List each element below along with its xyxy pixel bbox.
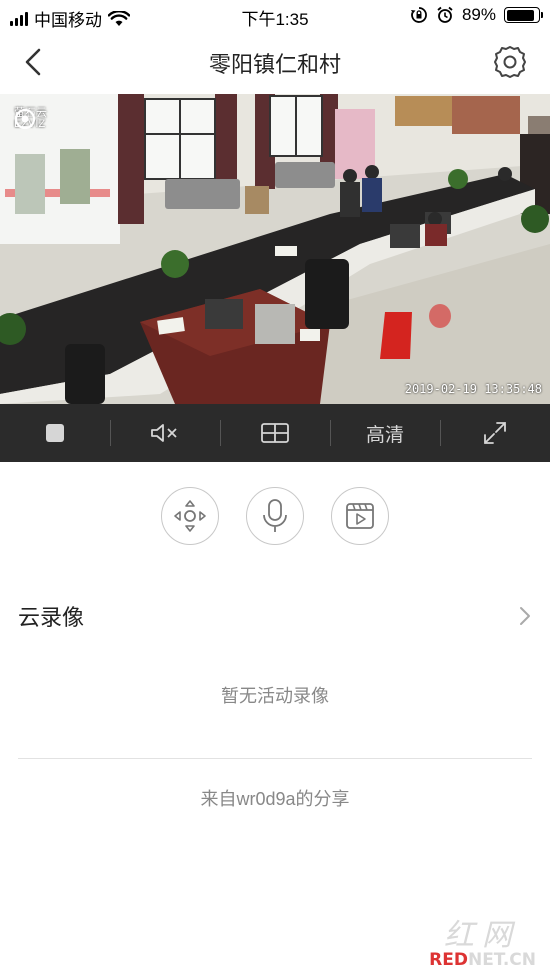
speaker-muted-icon	[151, 424, 177, 442]
rednet-watermark: 红网 REDNET.CN	[406, 910, 536, 970]
ptz-button[interactable]	[161, 487, 219, 545]
fullscreen-icon	[484, 422, 506, 444]
status-bar: 中国移动 下午1:35 89%	[0, 0, 550, 32]
cloud-recording-title: 云录像	[18, 605, 85, 630]
video-timestamp: 2019-02-19 13:35:48	[404, 382, 542, 396]
watermark-bottom: REDNET.CN	[429, 950, 536, 970]
microphone-button[interactable]	[246, 487, 304, 545]
microphone-icon	[263, 499, 287, 532]
rotation-lock-icon	[410, 7, 427, 23]
ptz-direction-icon	[174, 500, 206, 532]
quality-label: 高清	[365, 424, 404, 446]
divider	[18, 758, 532, 759]
quality-button[interactable]: 高清	[330, 404, 440, 462]
player-control-bar: 高清	[0, 404, 550, 462]
share-source-text: 来自wr0d9a的分享	[200, 789, 350, 809]
recording-playback-icon	[346, 503, 374, 529]
ezviz-logo: 萤石云 EZVIZ	[14, 108, 47, 130]
battery-icon	[504, 7, 543, 23]
action-buttons	[0, 487, 550, 547]
camera-video-feed[interactable]: 萤石云 EZVIZ 2019-02-19 13:35:48	[0, 94, 550, 404]
multi-screen-icon	[261, 423, 289, 443]
empty-recordings-text: 暂无活动录像	[221, 686, 329, 706]
gear-icon[interactable]	[492, 44, 528, 80]
cloud-recording-row[interactable]: 云录像	[18, 592, 532, 640]
watermark-rest: NET.CN	[467, 950, 536, 970]
status-right: 89%	[410, 5, 543, 25]
chevron-right-icon[interactable]	[518, 605, 532, 627]
camera-scene	[0, 94, 550, 404]
recording-playback-button[interactable]	[331, 487, 389, 545]
ezviz-logo-icon	[14, 108, 36, 130]
nav-bar: 零阳镇仁和村	[0, 32, 550, 92]
page-title: 零阳镇仁和村	[208, 52, 341, 77]
multi-screen-button[interactable]	[220, 404, 330, 462]
alarm-icon	[437, 6, 453, 23]
battery-percent: 89%	[461, 5, 496, 24]
stop-icon	[46, 424, 64, 442]
stop-button[interactable]	[0, 404, 110, 462]
watermark-red: RED	[429, 950, 468, 970]
watermark-top: 红网	[444, 918, 520, 953]
mute-button[interactable]	[110, 404, 220, 462]
fullscreen-button[interactable]	[440, 404, 550, 462]
